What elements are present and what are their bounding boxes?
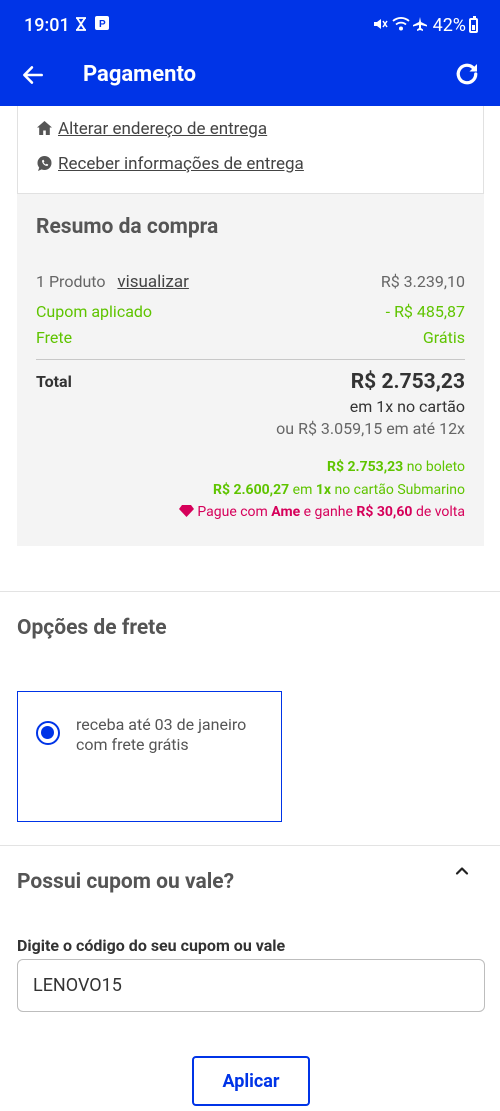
total-payment-condition: em 1x no cartão [349, 397, 465, 416]
card-price: R$ 2.600,27 em 1x no cartão Submarino [212, 482, 465, 498]
chevron-up-icon[interactable] [454, 863, 470, 879]
hourglass-icon [76, 17, 86, 31]
ame-cashback: Pague com Ame e ganhe R$ 30,60 de volta [178, 504, 465, 520]
coupon-field-label: Digite o código do seu cupom ou vale [17, 936, 286, 955]
status-time: 19:01 [24, 15, 70, 36]
battery-icon [469, 16, 478, 33]
airplane-icon [413, 17, 427, 31]
view-products-link[interactable]: visualizar [117, 272, 188, 292]
battery-percentage: 42% [432, 15, 466, 36]
back-arrow-icon[interactable] [20, 62, 46, 88]
section-divider [0, 591, 500, 592]
product-price: R$ 3.239,10 [380, 272, 465, 291]
coupon-label: Cupom aplicado [36, 302, 153, 321]
parking-app-icon: P [95, 16, 109, 30]
wifi-icon [392, 17, 410, 31]
mute-icon [374, 19, 388, 29]
shipping-value: Grátis [422, 328, 465, 347]
svg-text:P: P [99, 19, 106, 30]
status-bar: 19:01 P 42% [0, 0, 500, 44]
total-label: Total [36, 372, 72, 391]
summary-title: Resumo da compra [36, 215, 219, 239]
whatsapp-delivery-info-link[interactable]: Receber informações de entrega [36, 154, 304, 174]
shipping-option-label: receba até 03 de janeiro com frete gráti… [76, 715, 247, 754]
page-title: Pagamento [83, 62, 197, 87]
shipping-options-title: Opções de frete [17, 616, 167, 640]
summary-divider [36, 359, 465, 360]
boleto-price: R$ 2.753,23 no boleto [327, 459, 465, 475]
app-bar: Pagamento [0, 44, 500, 106]
home-icon [37, 121, 52, 135]
coupon-discount: - R$ 485,87 [385, 302, 465, 321]
whatsapp-icon [37, 156, 52, 171]
product-count: 1 Produto visualizar [36, 272, 189, 292]
refresh-icon[interactable] [452, 59, 482, 89]
section-divider [0, 845, 500, 846]
change-address-link[interactable]: Alterar endereço de entrega [36, 119, 267, 139]
coupon-section-title[interactable]: Possui cupom ou vale? [17, 870, 234, 894]
coupon-code-input[interactable] [17, 959, 485, 1012]
delivery-address-card: Alterar endereço de entrega Receber info… [17, 106, 484, 194]
purchase-summary: Resumo da compra 1 Produto visualizar R$… [17, 194, 484, 546]
total-value: R$ 2.753,23 [350, 370, 465, 394]
apply-coupon-button[interactable]: Aplicar [192, 1056, 310, 1106]
shipping-option-card[interactable]: receba até 03 de janeiro com frete gráti… [17, 691, 282, 822]
installments-info: ou R$ 3.059,15 em até 12x [276, 419, 465, 438]
shipping-label: Frete [36, 328, 73, 347]
diamond-icon [178, 505, 194, 517]
shipping-option-radio[interactable] [36, 721, 60, 745]
